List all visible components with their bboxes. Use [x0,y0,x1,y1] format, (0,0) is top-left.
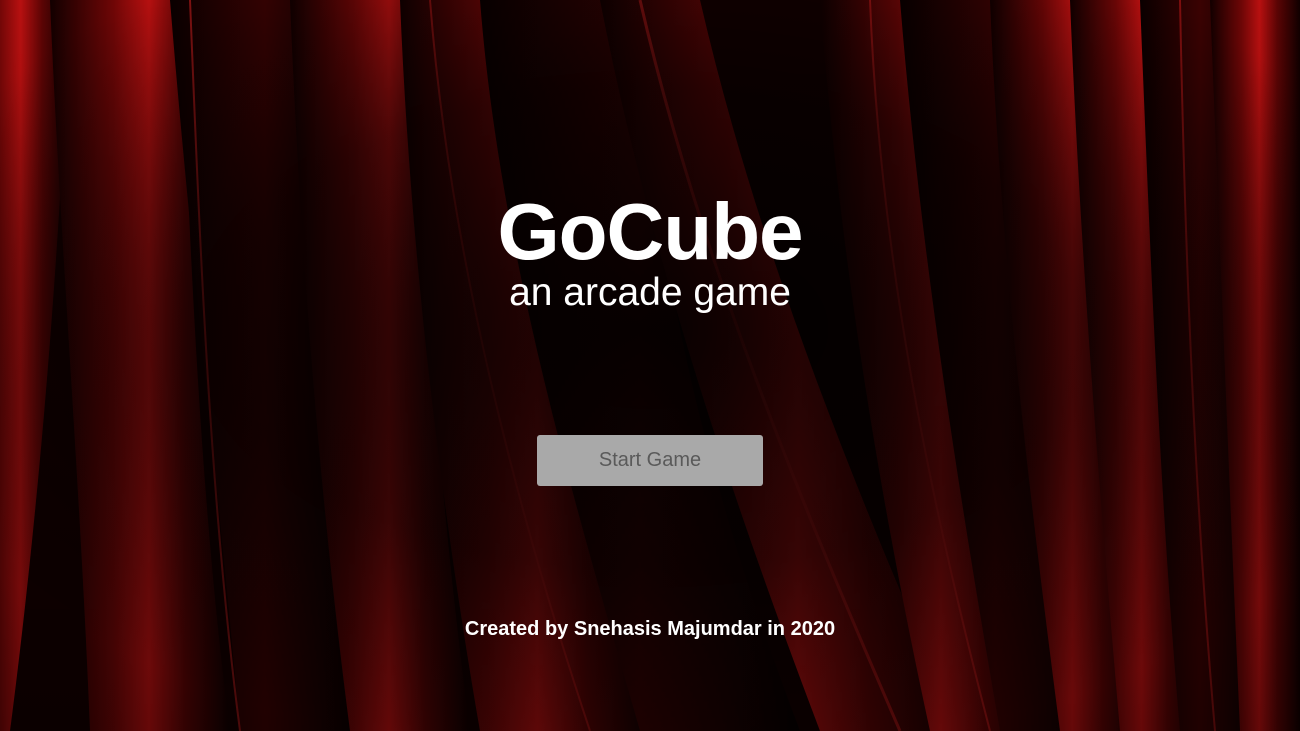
start-game-button[interactable]: Start Game [537,435,763,486]
game-title: GoCube [497,187,803,276]
game-start-screen: GoCube an arcade game Start Game Created… [0,0,1300,731]
game-subtitle: an arcade game [509,271,791,314]
credits-text: Created by Snehasis Majumdar in 2020 [464,618,836,640]
